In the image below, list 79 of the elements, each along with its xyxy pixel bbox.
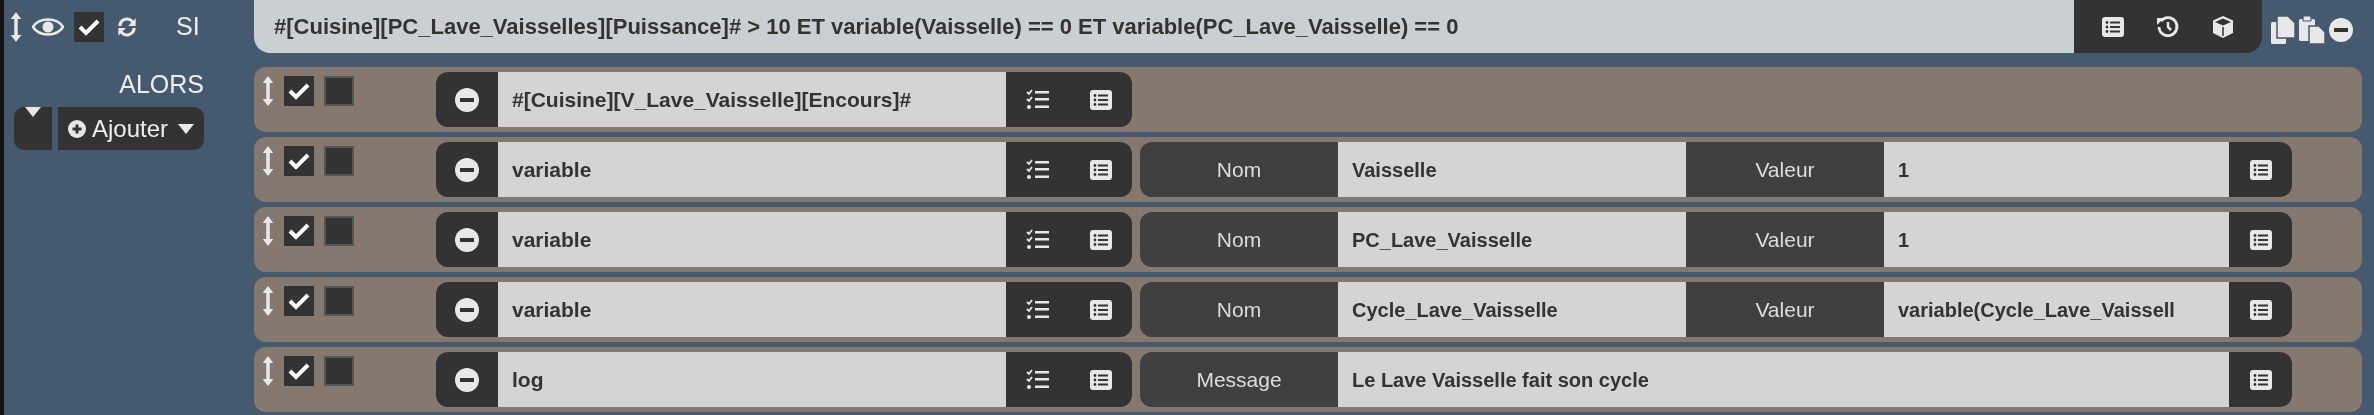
option-field[interactable]: 1 — [1884, 142, 2229, 197]
eye-icon[interactable] — [32, 15, 64, 38]
option-label: Nom — [1140, 282, 1338, 337]
then-label: ALORS — [119, 69, 204, 99]
list-icon[interactable] — [2101, 14, 2126, 39]
minus-icon — [455, 227, 479, 252]
parallel-checkbox[interactable] — [324, 356, 354, 386]
list-icon — [2248, 227, 2273, 252]
caret-icon — [25, 107, 41, 117]
caret-icon — [178, 123, 195, 134]
enable-checkbox[interactable] — [284, 286, 314, 316]
list-icon[interactable] — [1088, 367, 1113, 392]
minus-icon — [455, 157, 479, 182]
option-field[interactable]: variable(Cycle_Lave_Vaissell — [1884, 282, 2229, 337]
checklist-icon[interactable] — [1025, 87, 1050, 112]
remove-button[interactable] — [436, 72, 498, 127]
minus-icon — [455, 297, 479, 322]
option-label: Nom — [1140, 212, 1338, 267]
cube-icon[interactable] — [2210, 14, 2235, 39]
enable-checkbox[interactable] — [284, 356, 314, 386]
drag-handle-icon[interactable] — [262, 76, 274, 106]
list-icon — [2248, 297, 2273, 322]
option-field[interactable]: Vaisselle — [1338, 142, 1686, 197]
options-button[interactable] — [2229, 142, 2292, 197]
options-button[interactable] — [2229, 282, 2292, 337]
parallel-checkbox[interactable] — [324, 216, 354, 246]
list-icon[interactable] — [1088, 87, 1113, 112]
enable-checkbox[interactable] — [284, 76, 314, 106]
remove-icon[interactable] — [2329, 17, 2353, 42]
remove-button[interactable] — [436, 282, 498, 337]
command-field[interactable]: variable — [498, 142, 1006, 197]
parallel-checkbox[interactable] — [324, 286, 354, 316]
drag-handle-icon[interactable] — [262, 216, 274, 246]
checklist-icon[interactable] — [1025, 227, 1050, 252]
minus-icon — [455, 87, 479, 112]
copy-icon[interactable] — [2271, 15, 2295, 44]
options-button[interactable] — [2229, 352, 2292, 407]
enable-checkbox[interactable] — [284, 146, 314, 176]
dropdown-button[interactable] — [14, 107, 52, 150]
option-field[interactable]: Cycle_Lave_Vaisselle — [1338, 282, 1686, 337]
option-field[interactable]: Le Lave Vaisselle fait son cycle — [1338, 352, 2229, 407]
parallel-checkbox[interactable] — [324, 146, 354, 176]
command-field[interactable]: log — [498, 352, 1006, 407]
option-field[interactable]: 1 — [1884, 212, 2229, 267]
list-icon — [2248, 157, 2273, 182]
drag-handle-icon[interactable] — [262, 146, 274, 176]
list-icon — [2248, 367, 2273, 392]
option-label: Valeur — [1686, 212, 1884, 267]
option-label: Message — [1140, 352, 1338, 407]
list-icon[interactable] — [1088, 227, 1113, 252]
option-field[interactable]: PC_Lave_Vaisselle — [1338, 212, 1686, 267]
list-icon[interactable] — [1088, 157, 1113, 182]
condition-expression[interactable]: #[Cuisine][PC_Lave_Vaisselles][Puissance]# > 10 ET variable(Vaisselle) == 0 ET variable(PC_Lave_Vaisselle) == 0 — [254, 0, 2074, 53]
checklist-icon[interactable] — [1025, 297, 1050, 322]
command-field[interactable]: variable — [498, 212, 1006, 267]
drag-handle-icon[interactable] — [10, 11, 22, 42]
remove-button[interactable] — [436, 212, 498, 267]
remove-button[interactable] — [436, 352, 498, 407]
parallel-checkbox[interactable] — [324, 76, 354, 106]
checklist-icon[interactable] — [1025, 367, 1050, 392]
add-button[interactable]: Ajouter — [58, 107, 205, 150]
command-field[interactable]: variable — [498, 282, 1006, 337]
command-field[interactable]: #[Cuisine][V_Lave_Vaisselle][Encours]# — [498, 72, 1006, 127]
history-icon[interactable] — [2156, 14, 2180, 39]
minus-icon — [455, 367, 479, 392]
paste-icon[interactable] — [2299, 15, 2325, 44]
enable-checkbox[interactable] — [284, 216, 314, 246]
option-label: Valeur — [1686, 282, 1884, 337]
option-label: Nom — [1140, 142, 1338, 197]
drag-handle-icon[interactable] — [262, 356, 274, 386]
condition-label: SI — [176, 10, 200, 42]
checklist-icon[interactable] — [1025, 157, 1050, 182]
option-label: Valeur — [1686, 142, 1884, 197]
list-icon[interactable] — [1088, 297, 1113, 322]
drag-handle-icon[interactable] — [262, 286, 274, 316]
enable-checkbox[interactable] — [74, 11, 104, 42]
options-button[interactable] — [2229, 212, 2292, 267]
plus-icon — [68, 119, 86, 138]
remove-button[interactable] — [436, 142, 498, 197]
